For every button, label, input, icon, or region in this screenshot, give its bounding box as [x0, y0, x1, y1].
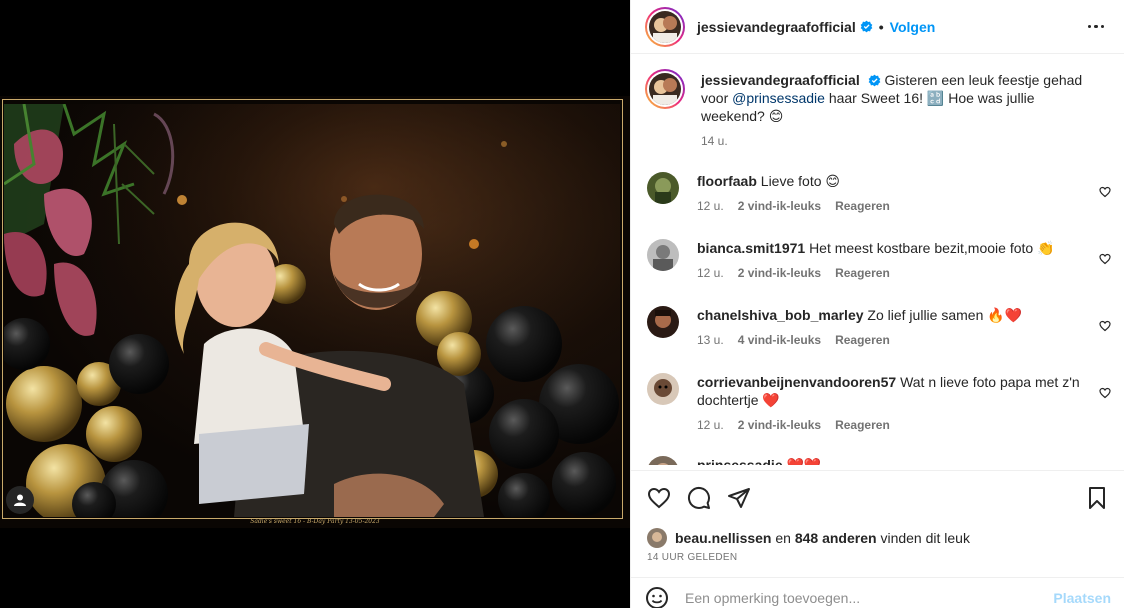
heart-icon[interactable] [647, 486, 671, 510]
likes-suffix: vinden dit leuk [876, 530, 970, 546]
reply-button[interactable]: Reageren [835, 264, 890, 282]
verified-icon [868, 74, 880, 87]
bookmark-icon[interactable] [1085, 486, 1109, 510]
caption-username[interactable]: jessievandegraafofficial [701, 72, 860, 88]
comment-username[interactable]: prinsessadie [697, 457, 783, 465]
comment-text: Lieve foto 😊 [760, 173, 840, 189]
comment-text: Zo lief jullie samen 🔥❤️ [867, 307, 1023, 323]
comment-row: corrievanbeijnenvandooren57 Wat n lieve … [645, 373, 1111, 434]
commenter-avatar[interactable] [647, 306, 679, 338]
comment-username[interactable]: corrievanbeijnenvandooren57 [697, 374, 896, 390]
post-photo[interactable] [4, 104, 620, 517]
verified-icon [860, 20, 873, 33]
reply-button[interactable]: Reageren [835, 197, 890, 215]
author-username[interactable]: jessievandegraafofficial [697, 19, 856, 35]
caption-avatar[interactable] [645, 69, 685, 109]
action-bar [631, 470, 1124, 524]
comment-input[interactable] [685, 589, 1054, 606]
post-media[interactable]: Sadie's sweet 16 - B-Day Party 13-05-202… [0, 0, 630, 608]
comment-row: bianca.smit1971 Het meest kostbare bezit… [645, 239, 1111, 282]
comment-likes[interactable]: 2 vind-ik-leuks [738, 197, 821, 215]
comment-likes[interactable]: 4 vind-ik-leuks [738, 331, 821, 349]
liker-avatar[interactable] [647, 528, 667, 548]
header-separator: • [878, 18, 884, 35]
comment-likes[interactable]: 2 vind-ik-leuks [738, 264, 821, 282]
share-icon[interactable] [727, 486, 751, 510]
comment-row: chanelshiva_bob_marley Zo lief jullie sa… [645, 306, 1111, 349]
user-tag-icon[interactable] [6, 486, 34, 514]
photo-illustration [4, 104, 620, 517]
commenter-avatar[interactable] [647, 456, 679, 465]
post-sidebar: jessievandegraafofficial • Volgen jessie… [630, 0, 1124, 608]
comment-username[interactable]: floorfaab [697, 173, 757, 189]
post-comment-button[interactable]: Plaatsen [1053, 590, 1111, 606]
comment-heart-icon[interactable] [1099, 253, 1111, 265]
comment-username[interactable]: bianca.smit1971 [697, 240, 805, 256]
likes-joiner: en [771, 530, 795, 546]
reply-button[interactable]: Reageren [835, 416, 890, 434]
comments-list[interactable]: jessievandegraafofficial Gisteren een le… [631, 55, 1124, 465]
post-timestamp[interactable]: 14 UUR GELEDEN [647, 552, 737, 563]
commenter-avatar[interactable] [647, 373, 679, 405]
comment-username[interactable]: chanelshiva_bob_marley [697, 307, 864, 323]
photo-caption-strip: Sadie's sweet 16 - B-Day Party 13-05-202… [250, 518, 380, 525]
caption-time[interactable]: 14 u. [701, 132, 728, 150]
likes-others[interactable]: 848 anderen [795, 530, 877, 546]
post-header: jessievandegraafofficial • Volgen [631, 0, 1124, 54]
comment-row: floorfaab Lieve foto 😊 12 u. 2 vind-ik-l… [645, 172, 1111, 215]
comment-time[interactable]: 12 u. [697, 416, 724, 434]
comment-heart-icon[interactable] [1099, 387, 1111, 399]
caption-mention[interactable]: @prinsessadie [732, 90, 825, 106]
follow-button[interactable]: Volgen [890, 19, 936, 35]
comment-text: ❤️❤️ [786, 457, 822, 465]
comment-time[interactable]: 12 u. [697, 264, 724, 282]
liker-username[interactable]: beau.nellissen [675, 530, 771, 546]
comment-time[interactable]: 12 u. [697, 197, 724, 215]
comment-heart-icon[interactable] [1099, 186, 1111, 198]
reply-button[interactable]: Reageren [835, 331, 890, 349]
comment-likes[interactable]: 2 vind-ik-leuks [738, 416, 821, 434]
comment-row: prinsessadie ❤️❤️ [645, 456, 1111, 465]
commenter-avatar[interactable] [647, 239, 679, 271]
emoji-icon[interactable] [645, 586, 669, 608]
add-comment-bar: Plaatsen [631, 577, 1124, 608]
likes-summary: beau.nellissen en 848 anderen vinden dit… [647, 528, 970, 548]
comment-icon[interactable] [687, 486, 711, 510]
post-caption: jessievandegraafofficial Gisteren een le… [645, 69, 1111, 150]
author-avatar[interactable] [645, 6, 685, 47]
more-icon[interactable] [1082, 19, 1111, 35]
comment-heart-icon[interactable] [1099, 320, 1111, 332]
commenter-avatar[interactable] [647, 172, 679, 204]
comment-time[interactable]: 13 u. [697, 331, 724, 349]
comment-text: Het meest kostbare bezit,mooie foto 👏 [809, 240, 1055, 256]
